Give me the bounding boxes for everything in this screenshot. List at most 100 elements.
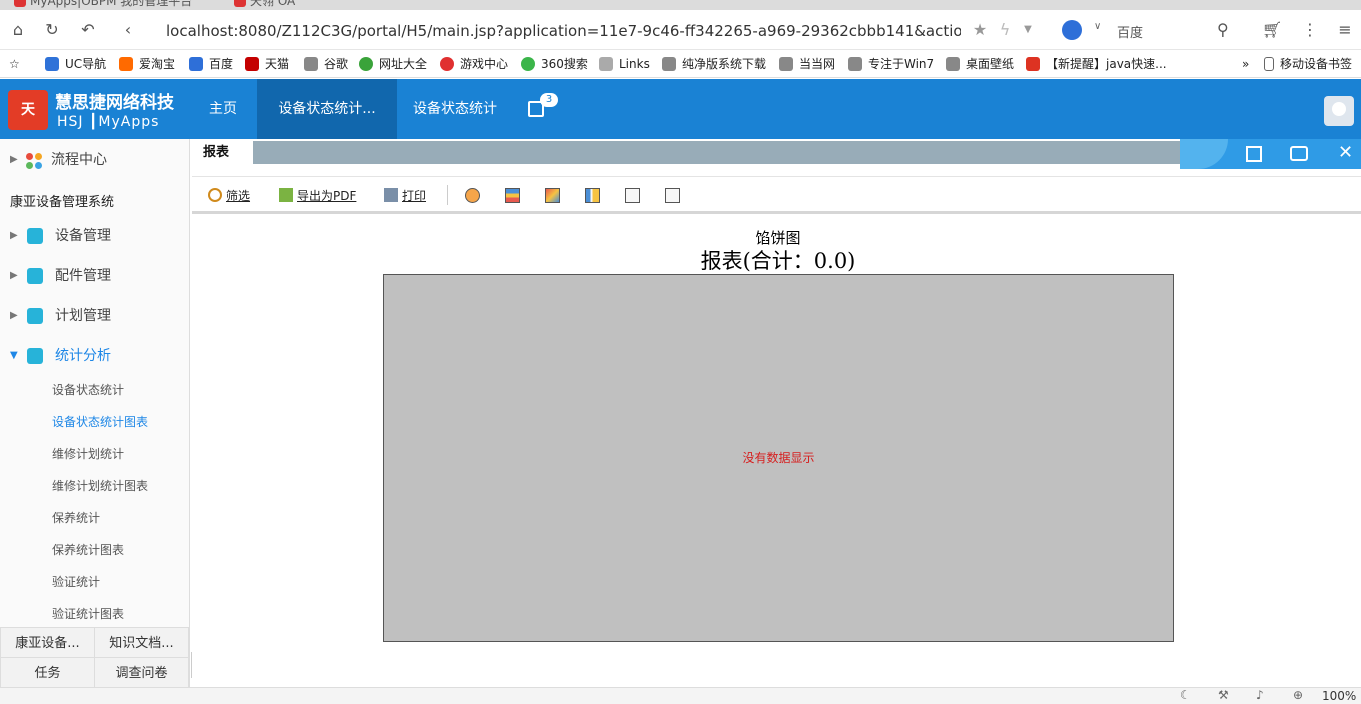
bottom-tab-tasks[interactable]: 任务 [0, 657, 95, 688]
browser-tab[interactable]: 天翎 OA [234, 0, 295, 10]
header-tab-device-status-chart[interactable]: 设备状态统计... [257, 79, 397, 139]
tools-icon[interactable]: ⚒ [1218, 688, 1229, 702]
chart-area: 没有数据显示 [383, 274, 1174, 642]
printer-icon [384, 188, 398, 202]
bookmark-item[interactable]: 网址大全 [359, 55, 427, 73]
browser-tab[interactable]: MyApps|OBPM 我的管理平台 [14, 0, 192, 10]
bookmark-item[interactable]: 360搜索 [521, 55, 588, 73]
browser-status-bar: ☾ ⚒ ♪ ⊕ 100% [0, 687, 1361, 704]
sidebar-item-plan-management[interactable]: ▶ 计划管理 [0, 296, 188, 336]
bookmark-item[interactable]: 专注于Win7 [848, 55, 934, 73]
uc-icon [45, 57, 59, 71]
star-outline-icon[interactable]: ☆ [9, 55, 20, 73]
bookmark-item[interactable]: 百度 [189, 55, 233, 73]
area-chart-icon[interactable] [545, 188, 560, 203]
zoom-level[interactable]: 100% [1322, 689, 1356, 703]
bookmark-folder[interactable]: Links [599, 55, 650, 73]
chart-title: 报表(合计：0.0) [700, 249, 856, 273]
bottom-tab-kangya[interactable]: 康亚设备... [0, 627, 95, 658]
mobile-device-icon [1264, 57, 1274, 71]
header-tab-home[interactable]: 主页 [197, 79, 249, 139]
browser-tab-strip: MyApps|OBPM 我的管理平台 天翎 OA [0, 0, 1361, 10]
chevron-down-icon[interactable]: ▼ [1018, 20, 1038, 40]
flow-center-icon [26, 153, 42, 169]
tab-report[interactable]: 报表 [192, 141, 253, 165]
sidebar-subitem[interactable]: 设备状态统计 [52, 380, 124, 400]
export-icon [279, 188, 293, 202]
sidebar: ▶ 流程中心 康亚设备管理系统 ▶ 设备管理 ▶ 配件管理 ▶ 计划管理 ▼ 统… [0, 139, 190, 688]
close-icon[interactable]: ✕ [1338, 142, 1353, 163]
print-button[interactable]: 打印 [384, 187, 426, 205]
more-vertical-icon[interactable]: ⋮ [1300, 20, 1320, 40]
bookmark-item[interactable]: 爱淘宝 [119, 55, 175, 73]
bookmark-item[interactable]: UC导航 [45, 55, 106, 73]
bookmarks-overflow-button[interactable]: » [1242, 55, 1249, 73]
restore-window-icon[interactable] [1246, 146, 1262, 162]
bookmark-item[interactable]: 游戏中心 [440, 55, 508, 73]
home-icon[interactable]: ⌂ [8, 20, 28, 40]
chevron-down-icon[interactable]: ∨ [1094, 21, 1101, 32]
screenshot-icon[interactable] [1290, 146, 1308, 161]
header-tab-device-status[interactable]: 设备状态统计 [397, 79, 513, 139]
sidebar-subitem[interactable]: 保养统计图表 [52, 540, 124, 560]
sidebar-item-statistics[interactable]: ▼ 统计分析 [0, 336, 188, 376]
toolbar-divider [447, 185, 448, 205]
star-icon[interactable]: ★ [970, 20, 990, 40]
sidebar-subitem[interactable]: 维修计划统计图表 [52, 476, 148, 496]
brand-name: 慧思捷网络科技 [55, 93, 174, 113]
page-icon [779, 57, 793, 71]
bottom-tab-survey[interactable]: 调查问卷 [94, 657, 189, 688]
bookmark-item[interactable]: 谷歌 [304, 55, 348, 73]
undo-icon[interactable]: ↶ [78, 20, 98, 40]
scatter-chart-icon[interactable] [665, 188, 680, 203]
bookmark-item[interactable]: 桌面壁纸 [946, 55, 1014, 73]
refresh-icon[interactable]: ↻ [42, 20, 62, 40]
sidebar-subitem[interactable]: 验证统计 [52, 572, 100, 592]
baidu-paw-icon [1062, 20, 1082, 40]
avatar-head-icon [1332, 102, 1346, 116]
lightning-icon[interactable]: ϟ [995, 20, 1015, 40]
sidebar-subitem[interactable]: 维修计划统计 [52, 444, 124, 464]
tmall-icon [245, 57, 259, 71]
horizontal-bar-chart-icon[interactable] [505, 188, 520, 203]
caret-right-icon: ▶ [10, 154, 18, 165]
bookmark-item[interactable]: 当当网 [779, 55, 835, 73]
speaker-icon[interactable]: ♪ [1256, 688, 1264, 702]
window-controls: ✕ [1180, 139, 1361, 169]
cube-icon [27, 308, 43, 324]
menu-icon[interactable]: ≡ [1335, 20, 1355, 40]
page-icon [946, 57, 960, 71]
folder-icon [599, 57, 613, 71]
line-chart-icon[interactable] [625, 188, 640, 203]
web-directory-icon [359, 57, 373, 71]
pie-chart-icon[interactable] [465, 188, 480, 203]
cube-icon [27, 348, 43, 364]
user-avatar[interactable] [1324, 96, 1354, 126]
sidebar-subitem[interactable]: 保养统计 [52, 508, 100, 528]
bar-chart-icon[interactable] [585, 188, 600, 203]
url-field[interactable]: localhost:8080/Z112C3G/portal/H5/main.js… [166, 20, 961, 42]
zoom-icon[interactable]: ⊕ [1293, 688, 1303, 702]
filter-button[interactable]: 筛选 [208, 187, 250, 205]
sidebar-subitem-active[interactable]: 设备状态统计图表 [52, 412, 148, 432]
page-icon [662, 57, 676, 71]
app-logo: 天 [8, 90, 48, 130]
night-mode-icon[interactable]: ☾ [1180, 688, 1191, 702]
back-icon[interactable]: ‹ [118, 20, 138, 40]
bottom-tab-knowledge[interactable]: 知识文档... [94, 627, 189, 658]
cart-icon[interactable]: 🛒︎ [1262, 20, 1282, 40]
sidebar-subitem[interactable]: 验证统计图表 [52, 604, 124, 624]
bookmark-item[interactable]: 【新提醒】java快速... [1026, 55, 1167, 73]
bookmark-item[interactable]: 纯净版系统下载 [662, 55, 766, 73]
bookmark-item[interactable]: 天猫 [245, 55, 289, 73]
tab-favicon-icon [234, 0, 246, 7]
address-bar-row: ⌂ ↻ ↶ ‹ localhost:8080/Z112C3G/portal/H5… [0, 10, 1361, 50]
mobile-bookmarks[interactable]: 移动设备书签 [1264, 55, 1352, 73]
search-box[interactable]: ∨ 百度 ⚲ [1062, 18, 1242, 44]
taobao-icon [119, 57, 133, 71]
export-pdf-button[interactable]: 导出为PDF [279, 187, 356, 205]
sidebar-item-flow-center[interactable]: ▶ 流程中心 [0, 140, 188, 180]
report-toolbar: 筛选 导出为PDF 打印 [192, 176, 1361, 214]
search-icon[interactable]: ⚲ [1217, 20, 1229, 39]
tab-favicon-icon [14, 0, 26, 7]
